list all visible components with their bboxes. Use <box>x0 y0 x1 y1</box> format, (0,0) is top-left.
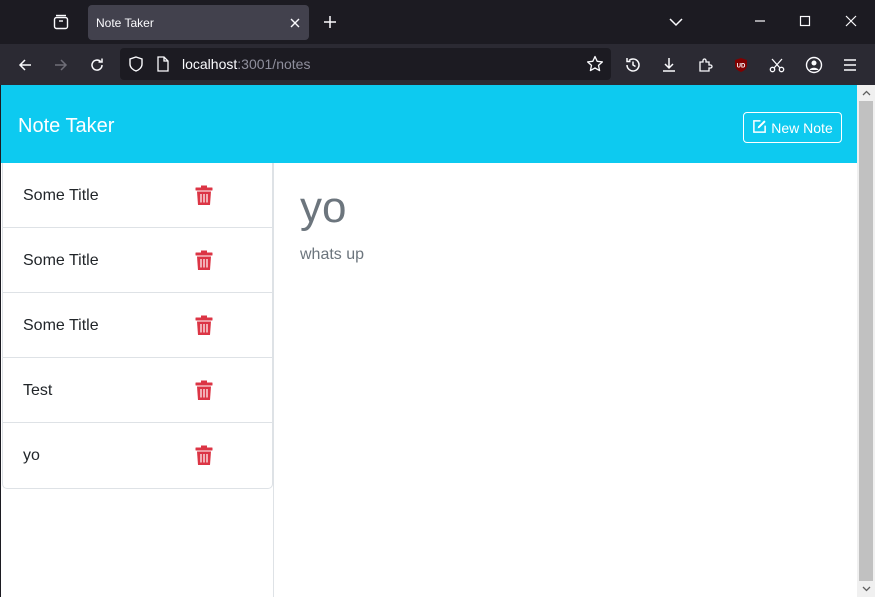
trash-icon[interactable] <box>194 248 214 272</box>
url-host: localhost <box>182 56 238 72</box>
notes-sidebar: Some Title Some Title Some Title Test yo <box>1 163 274 597</box>
trash-icon[interactable] <box>194 183 214 207</box>
app-brand[interactable]: Note Taker <box>18 115 114 138</box>
account-icon[interactable] <box>799 50 829 80</box>
scroll-up-icon[interactable] <box>857 85 875 101</box>
new-note-button[interactable]: New Note <box>743 112 842 143</box>
scrollbar-thumb[interactable] <box>859 101 873 581</box>
note-list: Some Title Some Title Some Title Test yo <box>2 163 273 489</box>
firefox-view-icon[interactable] <box>46 8 76 36</box>
history-icon[interactable] <box>618 50 648 80</box>
maximize-icon[interactable] <box>787 6 823 36</box>
page-scrollbar[interactable] <box>857 85 875 597</box>
app-header: Note Taker New Note <box>1 85 857 163</box>
close-window-icon[interactable] <box>833 6 869 36</box>
browser-tab-active[interactable]: Note Taker <box>88 5 309 40</box>
note-title: yo <box>23 447 40 464</box>
edit-icon <box>752 119 767 137</box>
downloads-icon[interactable] <box>654 50 684 80</box>
trash-icon[interactable] <box>194 313 214 337</box>
note-title-field[interactable]: yo <box>300 183 346 233</box>
note-title: Some Title <box>23 317 99 334</box>
shield-icon[interactable] <box>128 56 144 77</box>
screenshot-icon[interactable] <box>762 50 792 80</box>
bookmark-star-icon[interactable] <box>586 55 604 78</box>
new-tab-icon[interactable] <box>316 8 344 36</box>
note-title: Some Title <box>23 252 99 269</box>
forward-arrow-icon[interactable] <box>46 50 76 80</box>
url-text[interactable]: localhost:3001/notes <box>182 56 310 72</box>
list-item[interactable]: Some Title <box>3 163 272 228</box>
note-title: Some Title <box>23 187 99 204</box>
ublock-origin-icon[interactable]: UD <box>726 50 756 80</box>
menu-hamburger-icon[interactable] <box>835 50 865 80</box>
minimize-icon[interactable] <box>742 6 778 36</box>
trash-icon[interactable] <box>194 378 214 402</box>
reload-icon[interactable] <box>82 50 112 80</box>
scroll-down-icon[interactable] <box>857 581 875 597</box>
note-text-field[interactable]: whats up <box>300 246 364 264</box>
browser-tab-bar: Note Taker <box>0 0 875 44</box>
browser-nav-bar: localhost:3001/notes UD <box>0 44 875 85</box>
list-item[interactable]: Test <box>3 358 272 423</box>
svg-text:UD: UD <box>737 64 746 70</box>
page-content: Note Taker New Note Some Title Some Titl… <box>1 85 857 597</box>
close-tab-icon[interactable] <box>281 9 309 37</box>
note-detail: yo whats up <box>275 163 857 597</box>
back-arrow-icon[interactable] <box>10 50 40 80</box>
new-note-label: New Note <box>771 119 833 136</box>
list-all-tabs-icon[interactable] <box>662 8 690 36</box>
extensions-icon[interactable] <box>690 50 720 80</box>
note-title: Test <box>23 382 53 399</box>
address-bar[interactable]: localhost:3001/notes <box>120 48 611 80</box>
tab-title: Note Taker <box>96 15 154 30</box>
list-item[interactable]: Some Title <box>3 293 272 358</box>
list-item[interactable]: yo <box>3 423 272 488</box>
trash-icon[interactable] <box>194 443 214 467</box>
list-item[interactable]: Some Title <box>3 228 272 293</box>
page-icon[interactable] <box>156 56 170 77</box>
url-path: :3001/notes <box>237 56 311 72</box>
